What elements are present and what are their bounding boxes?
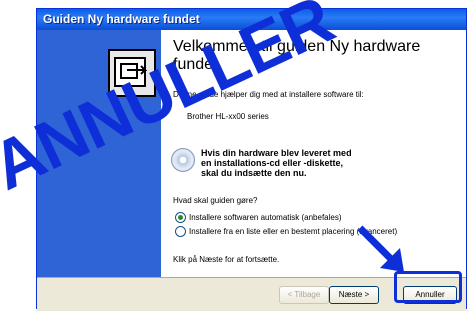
auto-install-radio[interactable]	[175, 212, 186, 223]
list-install-radio[interactable]	[175, 226, 186, 237]
back-button[interactable]: < Tilbage	[279, 286, 329, 304]
window-title: Guiden Ny hardware fundet	[43, 12, 200, 26]
insert-disc-warning: Hvis din hardware blev leveret med en in…	[201, 148, 352, 178]
next-button[interactable]: Næste >	[329, 286, 379, 304]
next-hint: Klik på Næste for at fortsætte.	[173, 255, 280, 264]
question-text: Hvad skal guiden gøre?	[173, 196, 258, 205]
cd-icon	[171, 148, 195, 172]
auto-install-label[interactable]: Installere softwaren automatisk (anbefal…	[189, 213, 342, 222]
cancel-highlight-box	[394, 271, 462, 303]
